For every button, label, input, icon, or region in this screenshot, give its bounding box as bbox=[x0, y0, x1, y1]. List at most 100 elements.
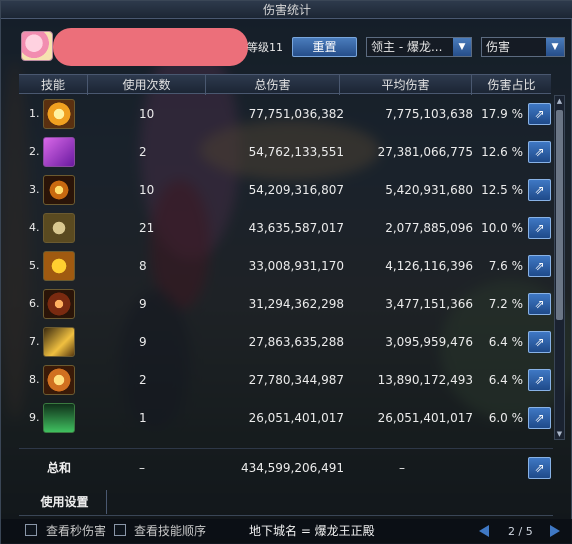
share-icon[interactable]: ⇗ bbox=[528, 407, 551, 429]
row-avg: 5,420,931,680 bbox=[385, 183, 473, 197]
table-header: 技能 使用次数 总伤害 平均伤害 伤害占比 bbox=[19, 74, 551, 95]
share-icon[interactable]: ⇗ bbox=[528, 217, 551, 239]
skill-lion-icon bbox=[43, 251, 75, 281]
avatar bbox=[21, 31, 53, 61]
row-rank: 4. bbox=[29, 221, 40, 234]
dungeon-select[interactable]: 领主 - 爆龙... ▼ bbox=[366, 37, 472, 57]
column-skill[interactable]: 技能 bbox=[19, 75, 87, 95]
row-pct: 6.4 % bbox=[488, 373, 523, 387]
skill-burst-icon bbox=[43, 289, 75, 319]
skill-order-checkbox-label[interactable]: 查看技能顺序 bbox=[134, 522, 206, 539]
chevron-down-icon[interactable]: ▼ bbox=[546, 38, 564, 56]
table-scrollbar[interactable]: ▲ ▼ bbox=[554, 95, 565, 440]
row-avg: 13,890,172,493 bbox=[377, 373, 473, 387]
row-uses: 10 bbox=[139, 107, 155, 121]
dps-checkbox[interactable] bbox=[25, 524, 37, 536]
share-icon[interactable]: ⇗ bbox=[528, 293, 551, 315]
share-icon[interactable]: ⇗ bbox=[528, 141, 551, 163]
table-row: 8. 2 27,780,344,987 13,890,172,493 6.4 %… bbox=[19, 361, 553, 399]
table-row: 9. 1 26,051,401,017 26,051,401,017 6.0 %… bbox=[19, 399, 553, 437]
scroll-thumb[interactable] bbox=[556, 110, 563, 320]
row-uses: 9 bbox=[139, 335, 147, 349]
row-total: 54,209,316,807 bbox=[248, 183, 344, 197]
skill-purple-icon bbox=[43, 137, 75, 167]
row-pct: 6.4 % bbox=[488, 335, 523, 349]
row-total: 31,294,362,298 bbox=[248, 297, 344, 311]
share-icon[interactable]: ⇗ bbox=[528, 331, 551, 353]
table-row: 1. 10 77,751,036,382 7,775,103,638 17.9 … bbox=[19, 95, 553, 133]
table-row: 7. 9 27,863,635,288 3,095,959,476 6.4 % … bbox=[19, 323, 553, 361]
row-total: 54,762,133,551 bbox=[248, 145, 344, 159]
prev-page-icon[interactable] bbox=[479, 525, 489, 537]
column-total[interactable]: 总伤害 bbox=[205, 75, 339, 95]
skill-order-checkbox[interactable] bbox=[114, 524, 126, 536]
row-rank: 7. bbox=[29, 335, 40, 348]
scroll-down-icon[interactable]: ▼ bbox=[555, 429, 564, 439]
table-row: 2. 2 54,762,133,551 27,381,066,775 12.6 … bbox=[19, 133, 553, 171]
row-rank: 8. bbox=[29, 373, 40, 386]
window-title: 伤害统计 bbox=[1, 1, 572, 19]
row-pct: 6.0 % bbox=[488, 411, 523, 425]
dps-checkbox-label[interactable]: 查看秒伤害 bbox=[46, 522, 106, 539]
total-label: 总和 bbox=[47, 461, 72, 475]
page-indicator: 2 / 5 bbox=[508, 525, 533, 538]
skill-beast-icon bbox=[43, 327, 75, 357]
usage-settings-tab[interactable]: 使用设置 bbox=[23, 490, 107, 514]
row-rank: 6. bbox=[29, 297, 40, 310]
next-page-icon[interactable] bbox=[550, 525, 560, 537]
metric-select[interactable]: 伤害 ▼ bbox=[481, 37, 565, 57]
row-avg: 3,095,959,476 bbox=[385, 335, 473, 349]
table-row: 5. 8 33,008,931,170 4,126,116,396 7.6 % … bbox=[19, 247, 553, 285]
row-total: 43,635,587,017 bbox=[248, 221, 344, 235]
chevron-down-icon[interactable]: ▼ bbox=[453, 38, 471, 56]
column-share[interactable]: 伤害占比 bbox=[471, 75, 551, 95]
share-icon[interactable]: ⇗ bbox=[528, 457, 551, 479]
row-pct: 12.6 % bbox=[481, 145, 523, 159]
share-icon[interactable]: ⇗ bbox=[528, 103, 551, 125]
row-rank: 3. bbox=[29, 183, 40, 196]
table-row: 3. 10 54,209,316,807 5,420,931,680 12.5 … bbox=[19, 171, 553, 209]
row-avg: 2,077,885,096 bbox=[385, 221, 473, 235]
dungeon-name-label: 地下城名 = 爆龙王正殿 bbox=[249, 524, 375, 538]
row-rank: 2. bbox=[29, 145, 40, 158]
share-icon[interactable]: ⇗ bbox=[528, 369, 551, 391]
damage-stats-panel: 伤害统计 等级11 重置 领主 - 爆龙... ▼ 伤害 ▼ 技能 使用次数 总… bbox=[0, 0, 572, 544]
row-total: 77,751,036,382 bbox=[248, 107, 344, 121]
dungeon-select-value: 领主 - 爆龙... bbox=[371, 40, 443, 54]
total-row: 总和 – 434,599,206,491 – ⇗ bbox=[19, 448, 553, 486]
row-avg: 7,775,103,638 bbox=[385, 107, 473, 121]
row-pct: 12.5 % bbox=[481, 183, 523, 197]
skill-phoenix-icon bbox=[43, 365, 75, 395]
row-rank: 1. bbox=[29, 107, 40, 120]
table-row: 4. 21 43,635,587,017 2,077,885,096 10.0 … bbox=[19, 209, 553, 247]
row-rank: 5. bbox=[29, 259, 40, 272]
share-icon[interactable]: ⇗ bbox=[528, 179, 551, 201]
row-avg: 3,477,151,366 bbox=[385, 297, 473, 311]
reset-button[interactable]: 重置 bbox=[292, 37, 357, 57]
redacted-player-name bbox=[53, 28, 248, 66]
scroll-up-icon[interactable]: ▲ bbox=[555, 96, 564, 106]
footer-bar: 查看秒伤害 查看技能顺序 地下城名 = 爆龙王正殿 2 / 5 bbox=[1, 519, 572, 544]
row-avg: 26,051,401,017 bbox=[377, 411, 473, 425]
skill-compass-icon bbox=[43, 213, 75, 243]
row-pct: 10.0 % bbox=[481, 221, 523, 235]
divider bbox=[19, 515, 553, 516]
row-total: 27,780,344,987 bbox=[248, 373, 344, 387]
total-damage: 434,599,206,491 bbox=[240, 461, 344, 475]
row-uses: 9 bbox=[139, 297, 147, 311]
skill-sun-icon bbox=[43, 99, 75, 129]
skill-jade-icon bbox=[43, 403, 75, 433]
total-uses: – bbox=[139, 461, 145, 475]
row-uses: 8 bbox=[139, 259, 147, 273]
row-avg: 4,126,116,396 bbox=[385, 259, 473, 273]
table-row: 6. 9 31,294,362,298 3,477,151,366 7.2 % … bbox=[19, 285, 553, 323]
row-uses: 21 bbox=[139, 221, 155, 235]
level-label: 等级11 bbox=[247, 41, 283, 54]
row-uses: 2 bbox=[139, 145, 147, 159]
column-average[interactable]: 平均伤害 bbox=[339, 75, 471, 95]
row-pct: 7.6 % bbox=[488, 259, 523, 273]
row-uses: 1 bbox=[139, 411, 147, 425]
share-icon[interactable]: ⇗ bbox=[528, 255, 551, 277]
row-rank: 9. bbox=[29, 411, 40, 424]
column-uses[interactable]: 使用次数 bbox=[87, 75, 205, 95]
